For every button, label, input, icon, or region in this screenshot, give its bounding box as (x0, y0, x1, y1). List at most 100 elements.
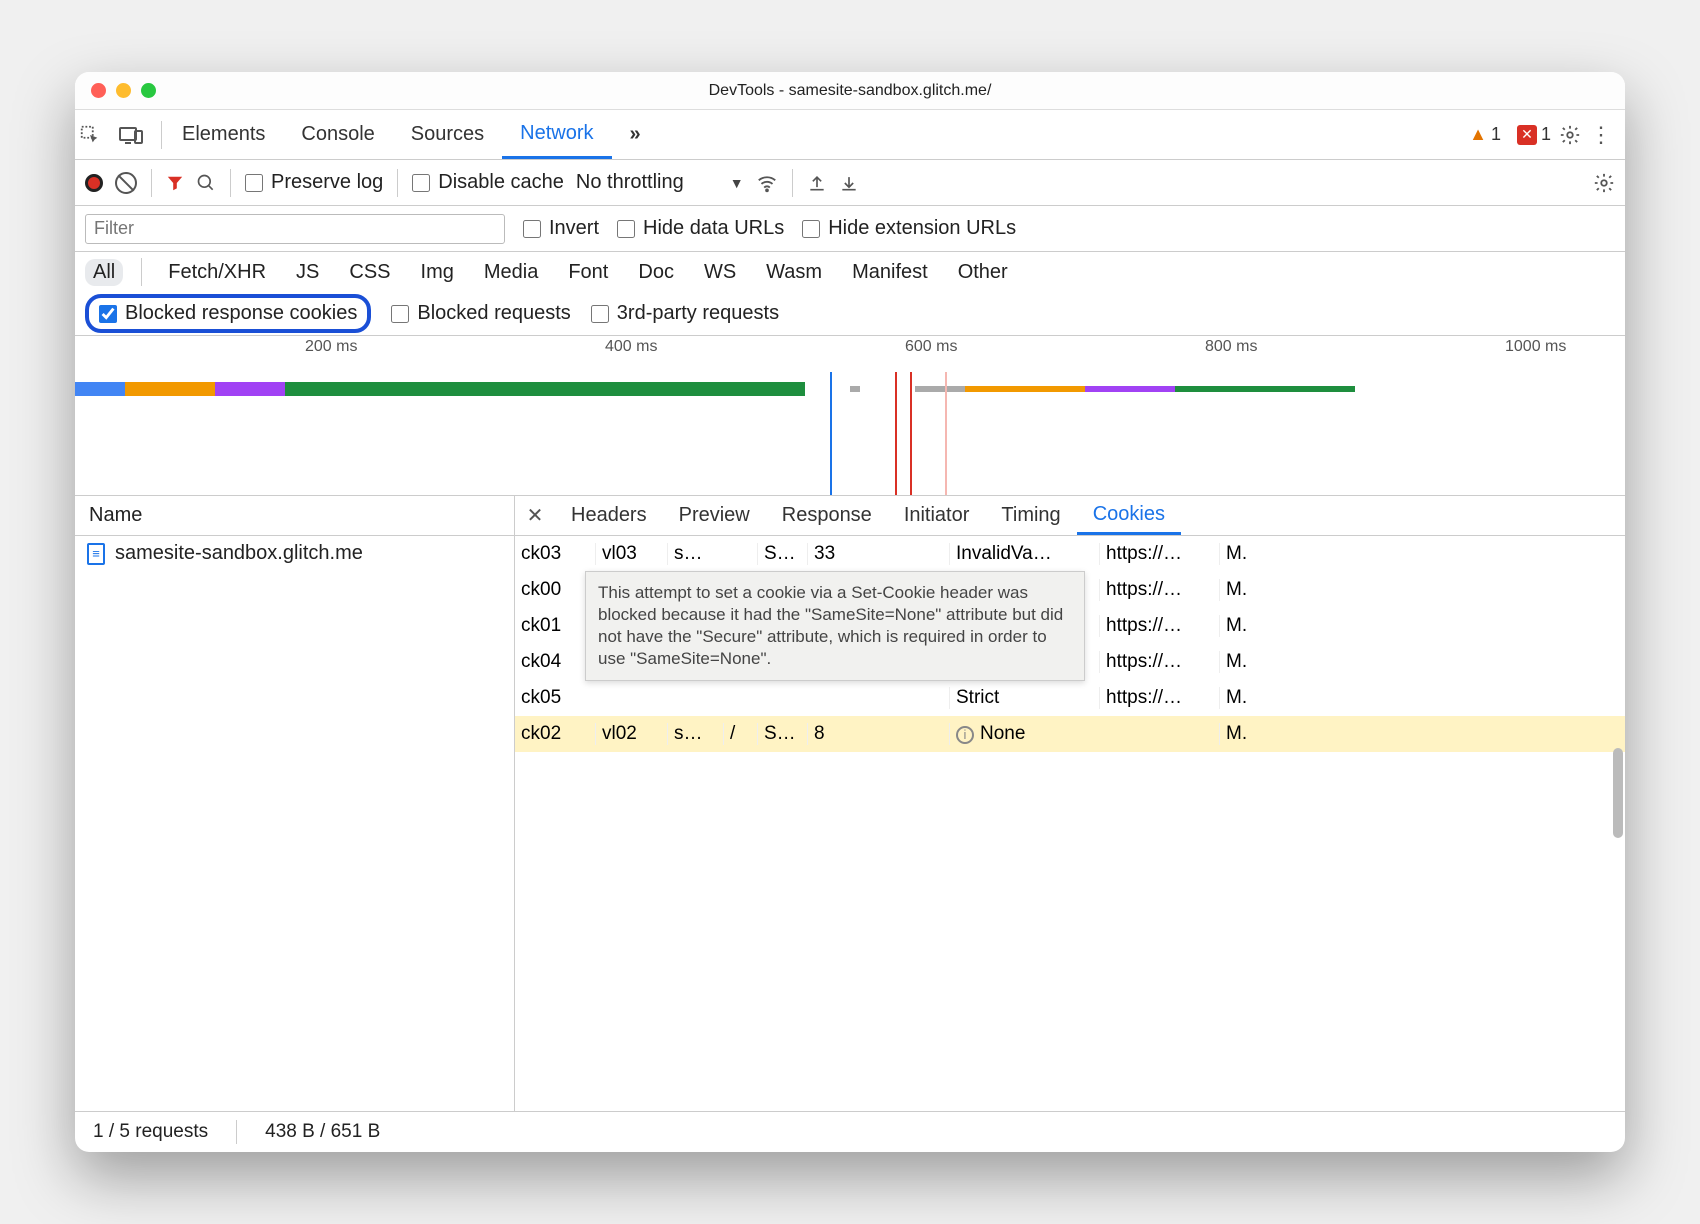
filter-bar: Invert Hide data URLs Hide extension URL… (75, 206, 1625, 252)
third-party-requests-checkbox[interactable]: 3rd-party requests (591, 302, 779, 325)
type-chip-doc[interactable]: Doc (630, 259, 682, 286)
transfer-size: 438 B / 651 B (265, 1121, 380, 1143)
overview-timeline[interactable]: 200 ms 400 ms 600 ms 800 ms 1000 ms (75, 336, 1625, 496)
request-panel: Name samesite-sandbox.glitch.me ✕ Header… (75, 496, 1625, 1112)
type-chip-img[interactable]: Img (413, 259, 462, 286)
invert-label: Invert (549, 217, 599, 240)
timeline-dcl-line (830, 372, 832, 495)
requests-list: Name samesite-sandbox.glitch.me (75, 496, 515, 1111)
scrollbar-thumb[interactable] (1613, 748, 1623, 838)
cookie-priority: https://… (1099, 579, 1219, 601)
blocked-requests-label: Blocked requests (417, 302, 570, 325)
close-detail-button[interactable]: ✕ (515, 503, 555, 528)
filter-input[interactable] (85, 214, 505, 244)
type-chip-all[interactable]: All (85, 259, 123, 286)
hide-extension-urls-input[interactable] (802, 220, 820, 238)
preserve-log-input[interactable] (245, 174, 263, 192)
warning-icon: ▲ (1469, 124, 1487, 145)
timeline-marker (945, 372, 947, 495)
search-icon[interactable] (196, 173, 216, 193)
kebab-menu-icon[interactable]: ⋮ (1581, 122, 1621, 148)
blocked-requests-checkbox[interactable]: Blocked requests (391, 302, 570, 325)
type-chip-fetch-xhr[interactable]: Fetch/XHR (160, 259, 274, 286)
network-conditions-icon[interactable] (756, 172, 778, 194)
name-column-header[interactable]: Name (75, 496, 514, 536)
dtab-preview[interactable]: Preview (663, 496, 766, 535)
device-toggle-icon[interactable] (119, 125, 159, 145)
dtab-initiator[interactable]: Initiator (888, 496, 986, 535)
separator (397, 169, 398, 197)
invert-checkbox[interactable]: Invert (523, 217, 599, 240)
blocked-response-cookies-label: Blocked response cookies (125, 302, 357, 325)
record-button[interactable] (85, 174, 103, 192)
detail-tabs: ✕ Headers Preview Response Initiator Tim… (515, 496, 1625, 536)
cookie-name: ck05 (515, 687, 595, 709)
filter-toggle-icon[interactable] (166, 174, 184, 192)
tabs-overflow-button[interactable]: » (612, 110, 659, 159)
invert-input[interactable] (523, 220, 541, 238)
blocked-requests-input[interactable] (391, 305, 409, 323)
separator (161, 121, 162, 149)
tick-label: 200 ms (305, 338, 357, 356)
type-chip-css[interactable]: CSS (341, 259, 398, 286)
type-chip-manifest[interactable]: Manifest (844, 259, 936, 286)
request-name: samesite-sandbox.glitch.me (115, 542, 363, 565)
type-chip-ws[interactable]: WS (696, 259, 744, 286)
type-chip-other[interactable]: Other (950, 259, 1016, 286)
type-chip-font[interactable]: Font (560, 259, 616, 286)
cookie-value: vl02 (595, 723, 667, 745)
cookie-name: ck04 (515, 651, 595, 673)
cookie-partition: M. (1219, 543, 1273, 565)
separator (141, 258, 142, 286)
settings-gear-icon[interactable] (1559, 124, 1581, 146)
window-title: DevTools - samesite-sandbox.glitch.me/ (75, 82, 1625, 100)
cookie-row[interactable]: ck02vl02s…/S…8iNoneM. (515, 716, 1625, 752)
blocked-response-cookies-input[interactable] (99, 305, 117, 323)
dtab-cookies[interactable]: Cookies (1077, 496, 1181, 535)
request-row[interactable]: samesite-sandbox.glitch.me (75, 536, 514, 571)
hide-data-urls-input[interactable] (617, 220, 635, 238)
cookie-row[interactable]: ck03vl03s…S…33InvalidVa…https://…M. (515, 536, 1625, 572)
dtab-response[interactable]: Response (766, 496, 888, 535)
cookie-priority: https://… (1099, 543, 1219, 565)
dtab-headers[interactable]: Headers (555, 496, 663, 535)
throttling-select[interactable]: No throttling ▼ (576, 171, 744, 194)
disable-cache-input[interactable] (412, 174, 430, 192)
tab-elements[interactable]: Elements (164, 110, 283, 159)
hide-data-urls-label: Hide data URLs (643, 217, 784, 240)
type-chip-wasm[interactable]: Wasm (758, 259, 830, 286)
cookie-samesite: InvalidVa… (949, 543, 1099, 565)
info-icon[interactable]: i (956, 726, 974, 744)
main-tabs: Elements Console Sources Network » ▲ 1 ✕… (75, 110, 1625, 160)
tick-label: 400 ms (605, 338, 657, 356)
type-chip-js[interactable]: JS (288, 259, 327, 286)
download-har-icon[interactable] (839, 173, 859, 193)
type-chip-media[interactable]: Media (476, 259, 546, 286)
status-bar: 1 / 5 requests 438 B / 651 B (75, 1112, 1625, 1152)
hide-data-urls-checkbox[interactable]: Hide data URLs (617, 217, 784, 240)
error-count: 1 (1541, 124, 1551, 145)
upload-har-icon[interactable] (807, 173, 827, 193)
cookie-size: 8 (807, 723, 865, 745)
preserve-log-checkbox[interactable]: Preserve log (245, 171, 383, 194)
disable-cache-checkbox[interactable]: Disable cache (412, 171, 564, 194)
cookie-domain: s… (667, 723, 723, 745)
clear-button[interactable] (115, 172, 137, 194)
throttling-value: No throttling (576, 171, 684, 194)
issue-counters[interactable]: ▲ 1 ✕ 1 (1469, 124, 1551, 145)
cookie-row[interactable]: ck05Stricthttps://…M. (515, 680, 1625, 716)
network-toolbar: Preserve log Disable cache No throttling… (75, 160, 1625, 206)
third-party-requests-input[interactable] (591, 305, 609, 323)
hide-extension-urls-label: Hide extension URLs (828, 217, 1016, 240)
tab-network[interactable]: Network (502, 110, 611, 159)
tab-console[interactable]: Console (283, 110, 392, 159)
inspect-element-icon[interactable] (79, 124, 119, 146)
separator (151, 169, 152, 197)
dtab-timing[interactable]: Timing (985, 496, 1076, 535)
cookie-name: ck00 (515, 579, 595, 601)
hide-extension-urls-checkbox[interactable]: Hide extension URLs (802, 217, 1016, 240)
tab-sources[interactable]: Sources (393, 110, 502, 159)
network-settings-gear-icon[interactable] (1593, 172, 1615, 194)
blocked-response-cookies-checkbox[interactable]: Blocked response cookies (85, 294, 371, 333)
cookie-name: ck03 (515, 543, 595, 565)
